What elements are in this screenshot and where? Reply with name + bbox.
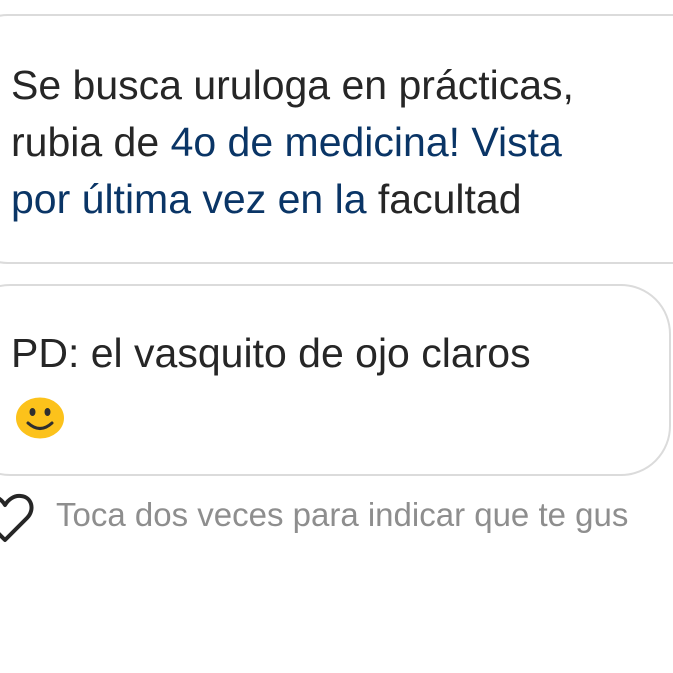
message-text-segment: rubia de: [11, 119, 171, 165]
like-hint-row: Toca dos veces para indicar que te gus: [0, 488, 673, 544]
slightly-smiling-face-icon: [16, 397, 64, 439]
highlighted-text[interactable]: 4o de medicina! Vista: [171, 119, 562, 165]
message-text: PD: el vasquito de ojo claros: [11, 330, 531, 376]
heart-outline-icon[interactable]: [0, 492, 34, 544]
highlighted-text[interactable]: por última vez en la: [11, 176, 367, 222]
message-text-line: Se busca uruloga en prácticas,: [11, 62, 574, 108]
double-tap-hint: Toca dos veces para indicar que te gus: [56, 496, 629, 533]
message-text: Se busca uruloga en prácticas, rubia de 4…: [11, 57, 574, 228]
message-text-segment: facultad: [366, 176, 522, 222]
chat-screen: Se busca uruloga en prácticas, rubia de 4…: [0, 0, 673, 673]
